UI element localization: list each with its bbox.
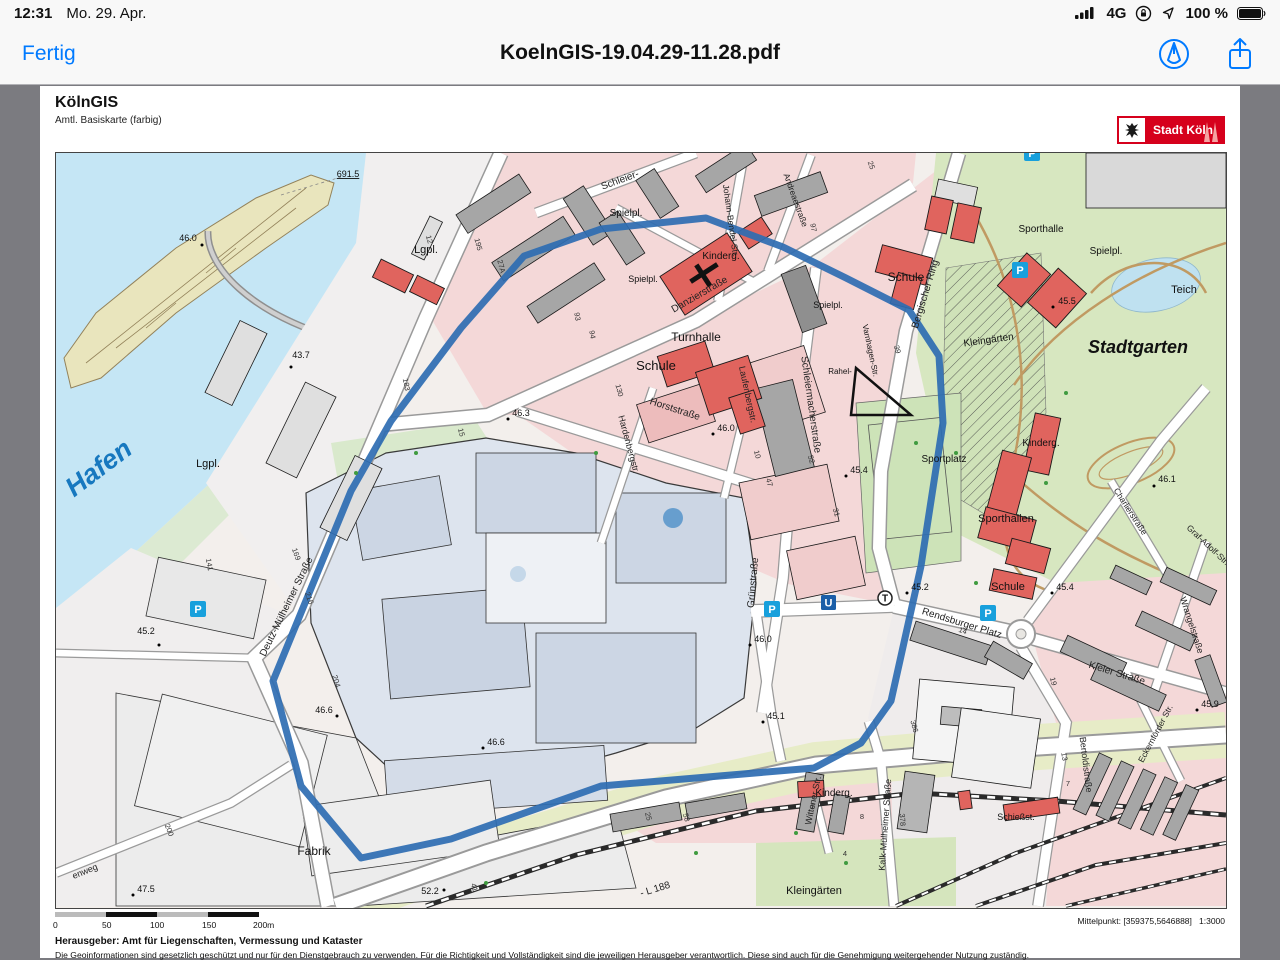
stadt-koeln-logo: Stadt Köln	[1117, 116, 1225, 144]
rotation-lock-icon	[1135, 5, 1152, 22]
svg-text:U: U	[825, 598, 833, 610]
label-kinderg-2: Kinderg.	[1022, 438, 1059, 449]
label-schule-3: Schule	[991, 581, 1025, 593]
svg-text:46.6: 46.6	[315, 705, 333, 715]
status-time: 12:31	[14, 5, 52, 22]
label-spielpl-2: Spielpl.	[628, 274, 658, 284]
svg-text:46.6: 46.6	[487, 737, 505, 747]
svg-text:46.0: 46.0	[179, 233, 197, 243]
map-marker-dot-faint	[510, 566, 526, 582]
svg-text:8: 8	[860, 812, 864, 821]
svg-text:45.4: 45.4	[1056, 582, 1074, 592]
map-view: P P P P P U T Hafen Stadtgarten Teich Lg…	[55, 152, 1227, 909]
svg-text:4: 4	[843, 849, 847, 858]
svg-text:P: P	[768, 604, 775, 616]
svg-text:46.1: 46.1	[1158, 474, 1176, 484]
svg-text:46.0: 46.0	[717, 423, 735, 433]
network-label: 4G	[1106, 5, 1126, 22]
label-spielpl-1: Spielpl.	[610, 208, 643, 219]
markup-icon[interactable]	[1154, 34, 1194, 74]
label-schule-2: Schule	[888, 270, 925, 284]
svg-text:97: 97	[808, 223, 818, 233]
map-subtitle: Amtl. Basiskarte (farbig)	[55, 115, 162, 126]
svg-text:7: 7	[811, 802, 815, 811]
label-rahel: Rahel-	[828, 367, 852, 376]
signal-icon	[1075, 6, 1097, 20]
svg-text:45.9: 45.9	[1201, 699, 1219, 709]
svg-text:46.3: 46.3	[512, 408, 530, 418]
status-date: Mo. 29. Apr.	[66, 5, 146, 22]
label-stadtgarten: Stadtgarten	[1088, 337, 1188, 357]
map-marker-dot	[663, 508, 683, 528]
svg-text:7: 7	[1066, 779, 1070, 788]
pdf-page: KölnGIS Amtl. Basiskarte (farbig) Stadt …	[40, 86, 1240, 958]
svg-text:P: P	[194, 604, 201, 616]
svg-text:P: P	[984, 608, 991, 620]
location-arrow-icon	[1161, 6, 1176, 21]
label-lgpl-1: Lgpl.	[196, 458, 220, 470]
svg-text:P: P	[1028, 153, 1035, 160]
svg-text:46.0: 46.0	[754, 634, 772, 644]
svg-text:45.1: 45.1	[767, 711, 785, 721]
svg-text:45.2: 45.2	[137, 626, 155, 636]
svg-text:52.2: 52.2	[421, 886, 439, 896]
label-fabrik: Fabrik	[297, 844, 331, 858]
disclaimer-line: Die Geoinformationen sind gesetzlich ges…	[55, 950, 1230, 960]
label-kleingaerten-2: Kleingärten	[786, 885, 842, 897]
svg-text:47.5: 47.5	[137, 884, 155, 894]
map-scale: 1:3000	[1199, 916, 1225, 926]
label-teich: Teich	[1171, 284, 1197, 296]
ubahn-icon: U	[821, 595, 836, 610]
svg-text:94: 94	[587, 330, 597, 340]
svg-text:45.5: 45.5	[1058, 296, 1076, 306]
svg-text:T: T	[882, 594, 888, 605]
svg-text:93: 93	[572, 312, 582, 322]
svg-text:378: 378	[897, 813, 907, 826]
label-schiessst: Schießst.	[997, 812, 1035, 822]
battery-icon	[1237, 7, 1266, 20]
status-bar: 12:31 Mo. 29. Apr. 4G 100 %	[0, 0, 1280, 26]
svg-text:13: 13	[1059, 752, 1069, 762]
document-title: KoelnGIS-19.04.29-11.28.pdf	[0, 41, 1280, 65]
svg-text:P: P	[1016, 265, 1023, 277]
map-canvas: P P P P P U T Hafen Stadtgarten Teich Lg…	[56, 153, 1226, 908]
share-icon[interactable]	[1220, 34, 1260, 74]
label-sporthallen: Sporthallen	[978, 513, 1034, 525]
map-title: KölnGIS	[55, 94, 118, 112]
crest-icon	[1117, 116, 1147, 144]
roundabout-island	[1016, 629, 1026, 639]
label-sporthalle: Sporthalle	[1018, 224, 1063, 235]
tram-stop-icon: T	[878, 591, 892, 605]
svg-text:691.5: 691.5	[337, 169, 360, 179]
cathedral-icon	[1199, 118, 1223, 142]
label-spielpl-3: Spielpl.	[813, 300, 843, 310]
center-point: Mittelpunkt: [359375,5646888]	[1078, 916, 1192, 926]
svg-text:45.4: 45.4	[850, 465, 868, 475]
label-spielpl-4: Spielpl.	[1090, 246, 1123, 257]
map-meta: Mittelpunkt: [359375,5646888] 1:3000	[1078, 916, 1225, 926]
publisher-line: Herausgeber: Amt für Liegenschaften, Ver…	[55, 936, 363, 947]
battery-label: 100 %	[1185, 5, 1228, 22]
nav-bar: Fertig KoelnGIS-19.04.29-11.28.pdf	[0, 26, 1280, 85]
label-sportplatz: Sportplatz	[921, 454, 966, 465]
scale-bar	[55, 912, 260, 917]
svg-text:43.7: 43.7	[292, 350, 310, 360]
label-kinderg-3: Kinderg.	[815, 788, 852, 799]
label-lgpl-2: Lgpl.	[414, 244, 438, 256]
svg-text:45.2: 45.2	[911, 582, 929, 592]
label-schule-1: Schule	[636, 358, 676, 373]
label-turnhalle: Turnhalle	[671, 330, 721, 344]
